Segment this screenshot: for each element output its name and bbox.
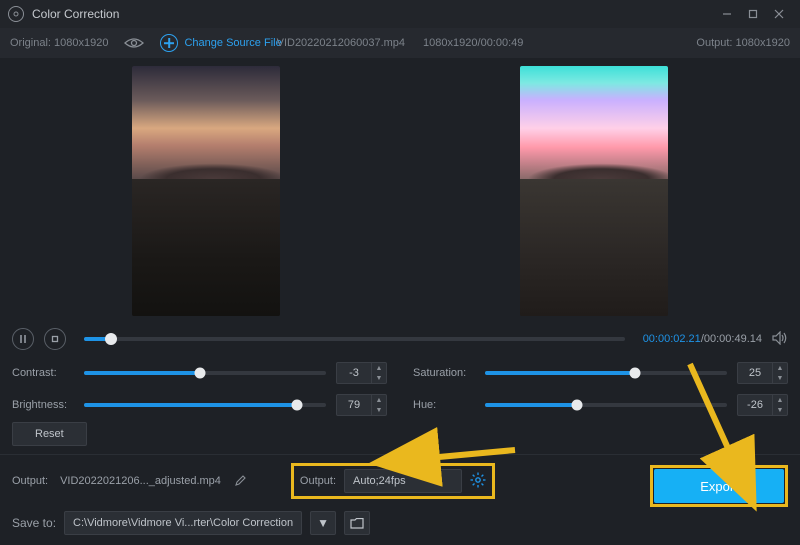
preview-adjusted — [520, 66, 668, 316]
adjustments-panel: Contrast: -3▲▼ Saturation: 25▲▼ Brightne… — [0, 356, 800, 418]
output-label: Output: — [696, 37, 732, 49]
contrast-value-box[interactable]: -3▲▼ — [336, 362, 387, 384]
saturation-label: Saturation: — [413, 367, 475, 379]
contrast-label: Contrast: — [12, 367, 74, 379]
time-total: 00:00:49.14 — [704, 333, 762, 345]
pause-button[interactable] — [12, 328, 34, 350]
brightness-slider[interactable] — [84, 403, 326, 407]
original-resolution: 1080x1920 — [54, 37, 108, 49]
open-folder-button[interactable] — [344, 511, 370, 535]
transport-bar: 00:00:02.21/00:00:49.14 — [0, 322, 800, 356]
preview-zone — [0, 58, 800, 322]
stepper-down-icon: ▼ — [372, 373, 386, 383]
volume-icon[interactable] — [772, 331, 788, 348]
export-button[interactable]: Export — [654, 469, 784, 503]
titlebar: Color Correction — [0, 0, 800, 28]
plus-icon — [160, 34, 178, 52]
output-format-box: Auto;24fps — [344, 469, 462, 493]
output-filename-label: Output: — [12, 475, 48, 487]
save-path: C:\Vidmore\Vidmore Vi...rter\Color Corre… — [64, 511, 302, 535]
save-row: Save to: C:\Vidmore\Vidmore Vi...rter\Co… — [0, 507, 800, 545]
saturation-value-box[interactable]: 25▲▼ — [737, 362, 788, 384]
brightness-row: Brightness: 79▲▼ — [12, 394, 387, 416]
seek-slider[interactable] — [84, 337, 625, 341]
time-display: 00:00:02.21/00:00:49.14 — [643, 333, 762, 345]
output-settings-icon[interactable] — [470, 472, 486, 491]
source-filename: VID20220212060037.mp4 — [277, 37, 405, 49]
change-source-label: Change Source File — [184, 37, 281, 49]
edit-filename-icon[interactable] — [235, 474, 247, 489]
hue-row: Hue: -26▲▼ — [413, 394, 788, 416]
original-label: Original: — [10, 37, 51, 49]
info-bar: Original: 1080x1920 Change Source File V… — [0, 28, 800, 58]
output-resolution: 1080x1920 — [736, 37, 790, 49]
stop-button[interactable] — [44, 328, 66, 350]
preview-original — [132, 66, 280, 316]
contrast-row: Contrast: -3▲▼ — [12, 362, 387, 384]
output-format-value: Auto;24fps — [353, 475, 453, 487]
app-icon — [8, 6, 24, 22]
save-path-dropdown[interactable]: ▼ — [310, 511, 336, 535]
hue-label: Hue: — [413, 399, 475, 411]
minimize-button[interactable] — [714, 1, 740, 27]
brightness-label: Brightness: — [12, 399, 74, 411]
brightness-value-box[interactable]: 79▲▼ — [336, 394, 387, 416]
output-format-label: Output: — [300, 475, 336, 487]
preview-toggle-icon[interactable] — [124, 36, 144, 50]
source-meta: 1080x1920/00:00:49 — [423, 37, 523, 49]
maximize-button[interactable] — [740, 1, 766, 27]
time-current: 00:00:02.21 — [643, 333, 701, 345]
hue-value-box[interactable]: -26▲▼ — [737, 394, 788, 416]
saturation-row: Saturation: 25▲▼ — [413, 362, 788, 384]
output-filename: VID2022021206..._adjusted.mp4 — [60, 475, 221, 487]
save-to-label: Save to: — [12, 516, 56, 530]
window-title: Color Correction — [32, 7, 119, 21]
contrast-slider[interactable] — [84, 371, 326, 375]
reset-button[interactable]: Reset — [12, 422, 87, 446]
saturation-slider[interactable] — [485, 371, 727, 375]
hue-slider[interactable] — [485, 403, 727, 407]
output-format-highlight: Output: Auto;24fps — [291, 463, 495, 499]
stepper-up-icon: ▲ — [372, 363, 386, 373]
close-button[interactable] — [766, 1, 792, 27]
change-source-button[interactable]: Change Source File — [160, 34, 281, 52]
